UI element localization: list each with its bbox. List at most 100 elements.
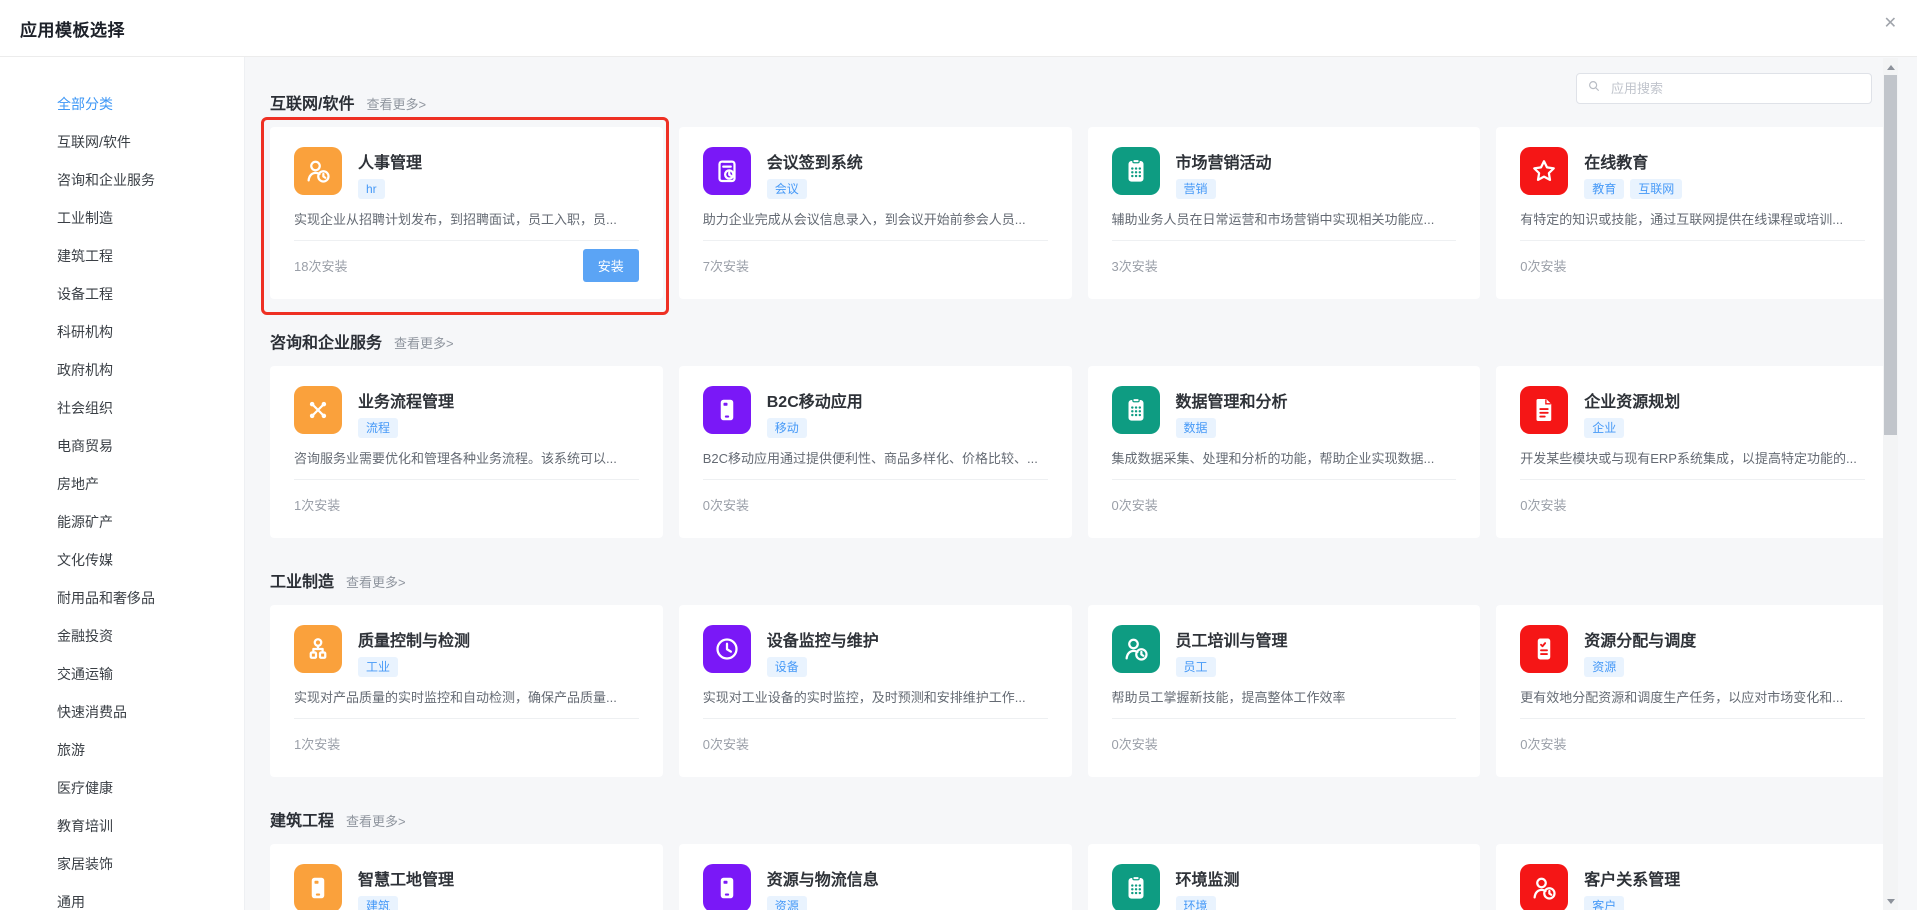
app-template-card[interactable]: 业务流程管理 流程 咨询服务业需要优化和管理各种业务流程。该系统可以... 1次… [270, 366, 663, 538]
app-template-card[interactable]: 市场营销活动 营销 辅助业务人员在日常运营和市场营销中实现相关功能应... 3次… [1088, 127, 1481, 299]
section-header: 建筑工程 查看更多> [270, 807, 1889, 831]
tag-list: 教育互联网 [1584, 179, 1682, 199]
sidebar-item[interactable]: 房地产 [0, 465, 244, 503]
app-template-card[interactable]: 资源与物流信息 资源 [679, 844, 1072, 910]
card-footer: 0次安装 [1520, 719, 1865, 767]
app-name: 质量控制与检测 [358, 627, 470, 651]
card-meta: 资源与物流信息 资源 [767, 864, 879, 910]
sidebar-item[interactable]: 金融投资 [0, 617, 244, 655]
scrollbar-thumb[interactable] [1884, 75, 1897, 435]
app-template-card[interactable]: 会议签到系统 会议 助力企业完成从会议信息录入，到会议开始前参会人员... 7次… [679, 127, 1072, 299]
app-template-card[interactable]: 员工培训与管理 员工 帮助员工掌握新技能，提高整体工作效率 0次安装 [1088, 605, 1481, 777]
tag-list: 资源 [767, 896, 879, 910]
org-chart-icon [294, 625, 342, 673]
sidebar-item[interactable]: 通用 [0, 883, 244, 910]
sidebar-item[interactable]: 能源矿产 [0, 503, 244, 541]
scroll-up-arrow-icon[interactable] [1883, 60, 1898, 74]
page-title: 应用模板选择 [20, 16, 125, 41]
sidebar-item[interactable]: 电商贸易 [0, 427, 244, 465]
sidebar-item[interactable]: 互联网/软件 [0, 123, 244, 161]
card-header: B2C移动应用 移动 [703, 386, 1048, 434]
app-description: 开发某些模块或与现有ERP系统集成，以提高特定功能的... [1520, 448, 1865, 467]
app-template-card[interactable]: 智慧工地管理 建筑 [270, 844, 663, 910]
section-title: 互联网/软件 [270, 90, 354, 114]
tag-list: 流程 [358, 418, 454, 438]
app-name: 业务流程管理 [358, 388, 454, 412]
see-more-link[interactable]: 查看更多> [346, 811, 406, 830]
star-icon [1520, 147, 1568, 195]
sidebar-item[interactable]: 设备工程 [0, 275, 244, 313]
sidebar-item[interactable]: 政府机构 [0, 351, 244, 389]
search-input[interactable] [1609, 80, 1861, 97]
app-template-card[interactable]: B2C移动应用 移动 B2C移动应用通过提供便利性、商品多样化、价格比较、...… [679, 366, 1072, 538]
sidebar-item[interactable]: 家居装饰 [0, 845, 244, 883]
app-description: 助力企业完成从会议信息录入，到会议开始前参会人员... [703, 209, 1048, 228]
card-header: 会议签到系统 会议 [703, 147, 1048, 195]
app-template-modal: 应用模板选择 ✕ 全部分类互联网/软件咨询和企业服务工业制造建筑工程设备工程科研… [0, 0, 1917, 910]
scroll-down-arrow-icon[interactable] [1883, 894, 1898, 908]
close-icon[interactable]: ✕ [1884, 16, 1897, 32]
app-tag: 建筑 [358, 896, 398, 910]
sidebar-item[interactable]: 快速消费品 [0, 693, 244, 731]
sidebar-item[interactable]: 建筑工程 [0, 237, 244, 275]
app-template-card[interactable]: 质量控制与检测 工业 实现对产品质量的实时监控和自动检测，确保产品质量... 1… [270, 605, 663, 777]
card-meta: 客户关系管理 客户 [1584, 864, 1680, 910]
card-grid: 业务流程管理 流程 咨询服务业需要优化和管理各种业务流程。该系统可以... 1次… [270, 366, 1889, 538]
app-template-card[interactable]: 企业资源规划 企业 开发某些模块或与现有ERP系统集成，以提高特定功能的... … [1496, 366, 1889, 538]
app-tag: 企业 [1584, 418, 1624, 438]
category-list: 全部分类互联网/软件咨询和企业服务工业制造建筑工程设备工程科研机构政府机构社会组… [0, 85, 244, 910]
sidebar-item[interactable]: 咨询和企业服务 [0, 161, 244, 199]
sidebar-item[interactable]: 旅游 [0, 731, 244, 769]
app-name: 在线教育 [1584, 149, 1682, 173]
sidebar-item[interactable]: 耐用品和奢侈品 [0, 579, 244, 617]
sidebar-item[interactable]: 全部分类 [0, 85, 244, 123]
see-more-link[interactable]: 查看更多> [366, 94, 426, 113]
card-meta: 市场营销活动 营销 [1176, 147, 1272, 195]
search-box[interactable] [1576, 73, 1872, 104]
phone-icon [703, 386, 751, 434]
install-count: 0次安装 [1112, 734, 1158, 753]
see-more-link[interactable]: 查看更多> [394, 333, 454, 352]
app-tag: 资源 [1584, 657, 1624, 677]
clipboard-list-icon [1112, 386, 1160, 434]
app-tag: 流程 [358, 418, 398, 438]
app-template-card[interactable]: 资源分配与调度 资源 更有效地分配资源和调度生产任务，以应对市场变化和... 0… [1496, 605, 1889, 777]
sidebar-item[interactable]: 工业制造 [0, 199, 244, 237]
scrollbar[interactable] [1883, 58, 1898, 910]
category-section: 咨询和企业服务 查看更多> 业务流程管理 流程 咨询服务业需要优化和管理各种业务… [270, 329, 1889, 538]
card-grid: 智慧工地管理 建筑 资源与物流信息 资源 环境监测 环境 [270, 844, 1889, 910]
tag-list: 资源 [1584, 657, 1696, 677]
category-section: 建筑工程 查看更多> 智慧工地管理 建筑 资源与物流信息 资源 [270, 807, 1889, 910]
install-button[interactable]: 安装 [583, 249, 639, 282]
app-description: 辅助业务人员在日常运营和市场营销中实现相关功能应... [1112, 209, 1457, 228]
clipboard-list-icon [1112, 147, 1160, 195]
sidebar-item[interactable]: 社会组织 [0, 389, 244, 427]
see-more-link[interactable]: 查看更多> [346, 572, 406, 591]
app-template-card[interactable]: 环境监测 环境 [1088, 844, 1481, 910]
sidebar-item[interactable]: 文化传媒 [0, 541, 244, 579]
app-description: 实现对产品质量的实时监控和自动检测，确保产品质量... [294, 687, 639, 706]
sidebar-item[interactable]: 交通运输 [0, 655, 244, 693]
app-name: 市场营销活动 [1176, 149, 1272, 173]
app-template-card[interactable]: 人事管理 hr 实现企业从招聘计划发布，到招聘面试，员工入职，员... 18次安… [270, 127, 663, 299]
document-lines-icon [1520, 386, 1568, 434]
app-template-card[interactable]: 设备监控与维护 设备 实现对工业设备的实时监控，及时预测和安排维护工作... 0… [679, 605, 1072, 777]
card-footer: 0次安装 [703, 480, 1048, 528]
app-template-card[interactable]: 在线教育 教育互联网 有特定的知识或技能，通过互联网提供在线课程或培训... 0… [1496, 127, 1889, 299]
sidebar-item[interactable]: 医疗健康 [0, 769, 244, 807]
app-tag: 工业 [358, 657, 398, 677]
app-template-card[interactable]: 数据管理和分析 数据 集成数据采集、处理和分析的功能，帮助企业实现数据... 0… [1088, 366, 1481, 538]
sidebar-item[interactable]: 科研机构 [0, 313, 244, 351]
card-footer: 1次安装 [294, 480, 639, 528]
card-header: 员工培训与管理 员工 [1112, 625, 1457, 673]
section-title: 工业制造 [270, 568, 334, 592]
sidebar-item[interactable]: 教育培训 [0, 807, 244, 845]
card-header: 资源与物流信息 资源 [703, 864, 1048, 910]
app-template-card[interactable]: 客户关系管理 客户 [1496, 844, 1889, 910]
card-meta: 资源分配与调度 资源 [1584, 625, 1696, 673]
template-gallery: 互联网/软件 查看更多> 人事管理 hr 实现企业从招聘计划发布，到招聘面试，员… [245, 57, 1917, 910]
card-header: 智慧工地管理 建筑 [294, 864, 639, 910]
app-name: 员工培训与管理 [1176, 627, 1288, 651]
section-title: 咨询和企业服务 [270, 329, 382, 353]
app-name: 资源与物流信息 [767, 866, 879, 890]
